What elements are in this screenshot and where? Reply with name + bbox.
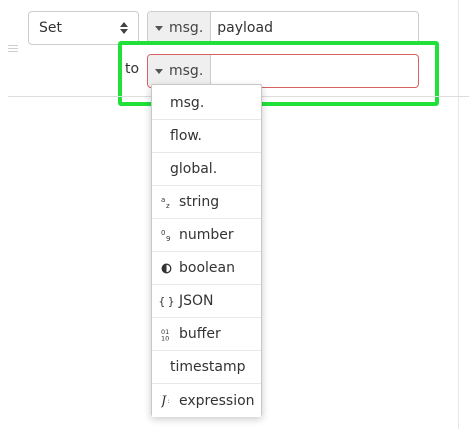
type-option-number[interactable]: 09 number — [152, 219, 261, 252]
type-option-json[interactable]: { } JSON — [152, 285, 261, 318]
type-option-boolean[interactable]: boolean — [152, 252, 261, 285]
json-icon: { } — [158, 294, 175, 308]
to-type-button[interactable]: msg. — [148, 55, 212, 87]
svg-text:J: J — [161, 394, 167, 408]
svg-text:z: z — [166, 202, 170, 209]
type-option-label: buffer — [179, 326, 221, 342]
type-option-buffer[interactable]: 01 10 buffer — [152, 318, 261, 351]
type-option-global[interactable]: global. — [152, 153, 261, 186]
svg-text:9: 9 — [166, 235, 170, 242]
string-icon: az — [160, 196, 173, 209]
expression-icon: J: — [160, 394, 173, 408]
caret-down-icon — [155, 68, 163, 74]
type-option-label: flow. — [170, 128, 202, 144]
type-option-msg[interactable]: msg. — [152, 87, 261, 120]
to-typed-input[interactable]: msg. — [147, 54, 419, 88]
type-option-label: boolean — [179, 260, 235, 276]
caret-down-icon — [155, 25, 163, 31]
number-icon: 09 — [160, 229, 173, 242]
to-value-input[interactable] — [211, 55, 418, 87]
type-option-label: msg. — [170, 95, 205, 111]
boolean-icon — [160, 263, 173, 274]
property-type-button[interactable]: msg. — [148, 12, 212, 44]
type-option-timestamp[interactable]: timestamp — [152, 351, 261, 384]
type-option-label: global. — [170, 161, 218, 177]
to-type-label: msg. — [169, 63, 204, 79]
type-option-string[interactable]: az string — [152, 186, 261, 219]
type-option-label: number — [179, 227, 234, 243]
type-option-label: JSON — [179, 293, 214, 309]
action-select[interactable]: Set — [28, 11, 139, 45]
svg-text:0: 0 — [161, 229, 165, 237]
svg-text:10: 10 — [161, 334, 169, 341]
type-option-flow[interactable]: flow. — [152, 120, 261, 153]
type-option-label: timestamp — [170, 359, 246, 375]
action-select-value: Set — [39, 20, 62, 36]
drag-handle-icon[interactable] — [8, 45, 18, 53]
type-dropdown-menu: msg. flow. global. az string 09 number b… — [151, 84, 262, 417]
property-typed-input[interactable]: msg. — [147, 11, 419, 45]
svg-text::: : — [168, 398, 170, 405]
property-type-label: msg. — [169, 20, 204, 36]
type-option-expression[interactable]: J: expression — [152, 384, 261, 417]
to-label: to — [125, 61, 140, 77]
buffer-icon: 01 10 — [160, 328, 173, 341]
panel-edge — [458, 0, 459, 429]
select-arrows-icon — [120, 22, 128, 34]
svg-text:a: a — [161, 196, 165, 204]
type-option-label: expression — [179, 392, 255, 409]
property-value-input[interactable] — [211, 12, 418, 44]
type-option-label: string — [179, 194, 220, 210]
